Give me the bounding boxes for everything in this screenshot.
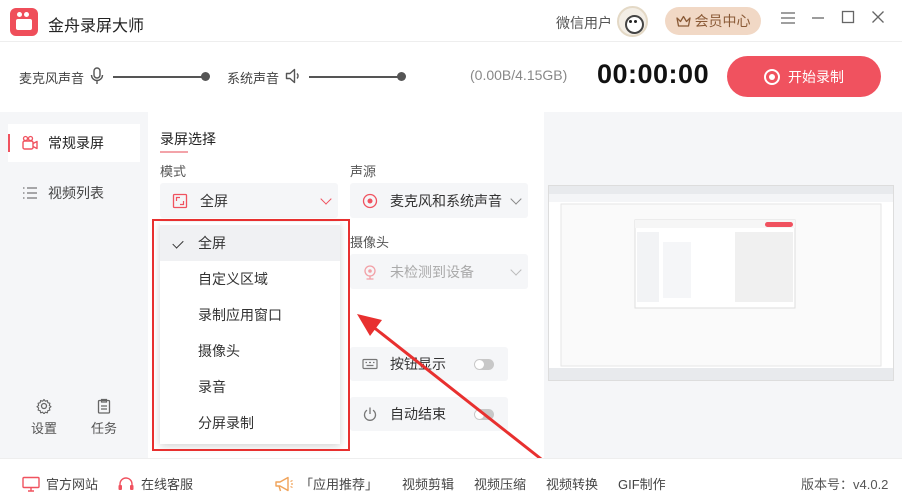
camera-label: 摄像头 xyxy=(350,235,390,250)
power-icon xyxy=(363,407,377,421)
camera-icon xyxy=(22,135,38,150)
list-icon xyxy=(23,187,37,199)
app-logo-icon xyxy=(10,8,38,36)
section-title: 录屏选择 xyxy=(160,131,216,153)
start-record-label: 开始录制 xyxy=(788,68,844,85)
video-edit-link[interactable]: 视频剪辑 xyxy=(402,474,454,493)
app-title: 金舟录屏大师 xyxy=(48,18,145,35)
close-icon[interactable] xyxy=(868,10,888,30)
clipboard-icon xyxy=(97,398,111,414)
audio-source-value: 麦克风和系统声音 xyxy=(390,192,502,209)
vip-center-button[interactable]: 会员中心 xyxy=(665,7,761,35)
title-bar: 金舟录屏大师 微信用户 会员中心 xyxy=(0,0,902,42)
webcam-icon xyxy=(364,264,376,280)
auto-end-toggle[interactable] xyxy=(474,409,494,420)
sidebar-item-label: 视频列表 xyxy=(48,185,104,201)
official-website-label: 官方网站 xyxy=(46,477,99,492)
camera-value: 未检测到设备 xyxy=(390,263,474,280)
tasks-button[interactable]: 任务 xyxy=(82,398,126,437)
headset-icon xyxy=(118,476,134,490)
sidebar-item-label: 常规录屏 xyxy=(48,135,104,151)
gear-icon xyxy=(36,398,52,414)
audio-source-icon xyxy=(362,193,378,208)
camera-select[interactable]: 未检测到设备 xyxy=(350,254,528,289)
fullscreen-icon xyxy=(172,193,188,208)
chevron-down-icon xyxy=(320,193,332,205)
system-volume-label: 系统声音 xyxy=(227,71,280,86)
mode-label: 模式 xyxy=(160,164,187,179)
system-volume-slider[interactable] xyxy=(309,76,401,78)
video-convert-link[interactable]: 视频转换 xyxy=(546,474,598,493)
avatar[interactable] xyxy=(617,6,648,37)
footer-bar: 官方网站 在线客服 「应用推荐」 视频剪辑 视频压缩 视频转换 GIF制作 版本… xyxy=(0,458,902,502)
app-recommend-link[interactable]: 「应用推荐」 xyxy=(274,474,378,493)
chevron-down-icon xyxy=(510,264,522,276)
audio-source-label: 声源 xyxy=(350,164,377,179)
chevron-down-icon xyxy=(510,193,522,205)
mode-value: 全屏 xyxy=(200,192,228,209)
button-show-label: 按钮显示 xyxy=(390,356,446,372)
app-recommend-label: 「应用推荐」 xyxy=(300,477,379,492)
mic-volume-slider[interactable] xyxy=(113,76,205,78)
online-support-label: 在线客服 xyxy=(141,477,194,492)
video-compress-link[interactable]: 视频压缩 xyxy=(474,474,526,493)
official-website-link[interactable]: 官方网站 xyxy=(22,474,98,493)
button-show-toggle[interactable] xyxy=(474,359,494,370)
system-volume-knob[interactable] xyxy=(397,72,406,81)
screen-preview-thumbnail xyxy=(548,185,894,381)
audio-source-select[interactable]: 麦克风和系统声音 xyxy=(350,183,528,218)
mic-volume-knob[interactable] xyxy=(201,72,210,81)
sidebar-item-video-list[interactable]: 视频列表 xyxy=(8,174,140,212)
tasks-label: 任务 xyxy=(90,421,117,436)
keyboard-icon xyxy=(362,358,378,370)
settings-label: 设置 xyxy=(30,421,57,436)
storage-info: (0.00B/4.15GB) xyxy=(470,67,568,83)
megaphone-icon xyxy=(275,476,293,491)
sidebar-item-regular-record[interactable]: 常规录屏 xyxy=(8,124,140,162)
vip-center-label: 会员中心 xyxy=(694,13,751,29)
microphone-icon[interactable] xyxy=(90,67,104,85)
speaker-icon[interactable] xyxy=(285,67,301,85)
settings-button[interactable]: 设置 xyxy=(22,398,66,437)
record-icon xyxy=(764,68,780,85)
button-show-row: 按钮显示 xyxy=(350,347,508,381)
start-record-button[interactable]: 开始录制 xyxy=(727,56,881,97)
menu-icon[interactable] xyxy=(778,10,798,30)
maximize-icon[interactable] xyxy=(838,10,858,30)
mic-volume-label: 麦克风声音 xyxy=(19,71,85,86)
crown-icon xyxy=(675,15,691,27)
record-timer: 00:00:00 xyxy=(597,59,710,89)
gif-maker-link[interactable]: GIF制作 xyxy=(618,474,666,493)
user-name[interactable]: 微信用户 xyxy=(556,13,612,33)
annotation-highlight-box xyxy=(152,219,350,451)
mode-select[interactable]: 全屏 xyxy=(160,183,338,218)
auto-end-label: 自动结束 xyxy=(390,406,446,422)
online-support-link[interactable]: 在线客服 xyxy=(117,474,193,493)
control-bar: 麦克风声音 系统声音 (0.00B/4.15GB) 00:00:00 开始录制 xyxy=(0,42,902,112)
minimize-icon[interactable] xyxy=(808,10,828,30)
version-label: 版本号：v4.0.2 xyxy=(801,477,889,492)
auto-end-row: 自动结束 xyxy=(350,397,508,431)
monitor-icon xyxy=(22,476,40,492)
